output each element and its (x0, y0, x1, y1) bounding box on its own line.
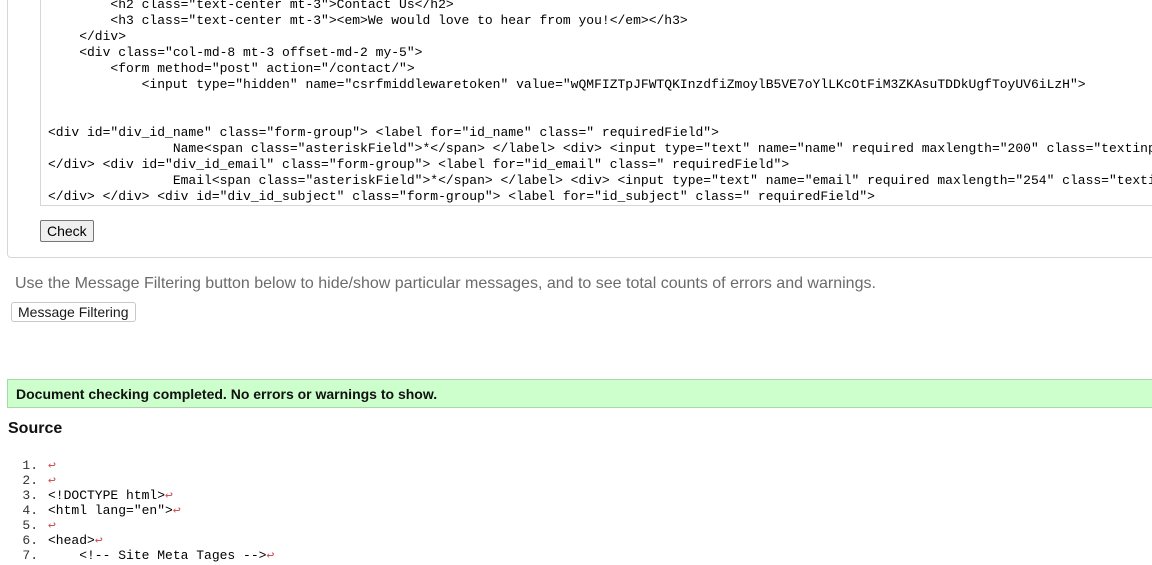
return-icon: ↩ (266, 548, 275, 563)
code-line: <form method="post" action="/contact/"> (48, 61, 415, 76)
code-line: <h3 class="text-center mt-3"><em>We woul… (48, 13, 688, 28)
success-message: Document checking completed. No errors o… (16, 386, 438, 402)
return-icon: ↩ (48, 458, 56, 473)
line-number: 4. (22, 503, 38, 518)
return-icon: ↩ (172, 503, 181, 518)
line-number: 2. (22, 473, 38, 488)
source-textarea[interactable]: <h2 class="text-center mt-3">Contact Us<… (40, 0, 1152, 206)
code-line: </div> </div> <div id="div_id_subject" c… (48, 189, 875, 204)
check-button[interactable]: Check (40, 220, 94, 242)
code-line: </div> <div id="div_id_email" class="for… (48, 157, 790, 172)
line-content: ↩ (48, 473, 56, 488)
return-icon: ↩ (94, 533, 103, 548)
line-number: 6. (22, 533, 38, 548)
line-content: ↩ (48, 518, 56, 533)
line-number: 7. (22, 548, 38, 563)
code-line: <div id="div_id_name" class="form-group"… (48, 125, 719, 140)
line-number: 5. (22, 518, 38, 533)
code-line: </div> (48, 29, 127, 44)
text-input-fieldset: <h2 class="text-center mt-3">Contact Us<… (7, 0, 1152, 258)
line-number: 1. (22, 458, 38, 473)
code-line: Name<span class="asteriskField">*</span>… (172, 141, 1152, 156)
return-icon: ↩ (48, 518, 56, 533)
line-content: <head>↩ (48, 533, 103, 548)
source-heading: Source (8, 420, 63, 437)
code-line: <input type="hidden" name="csrfmiddlewar… (48, 77, 1086, 92)
line-content: <!DOCTYPE html>↩ (48, 488, 173, 503)
code-line: Email<span class="asteriskField">*</span… (172, 173, 1152, 188)
return-icon: ↩ (48, 473, 56, 488)
line-number: 3. (22, 488, 38, 503)
message-filtering-button[interactable]: Message Filtering (11, 302, 136, 322)
code-line: <h2 class="text-center mt-3">Contact Us<… (48, 0, 454, 12)
line-content: <!-- Site Meta Tages -->↩ (48, 548, 275, 563)
line-content: ↩ (48, 458, 56, 473)
return-icon: ↩ (165, 488, 173, 503)
filter-hint-text: Use the Message Filtering button below t… (15, 275, 876, 292)
success-banner: Document checking completed. No errors o… (7, 379, 1152, 408)
line-content: <html lang="en">↩ (48, 503, 181, 518)
code-line: <div class="col-md-8 mt-3 offset-md-2 my… (48, 45, 423, 60)
